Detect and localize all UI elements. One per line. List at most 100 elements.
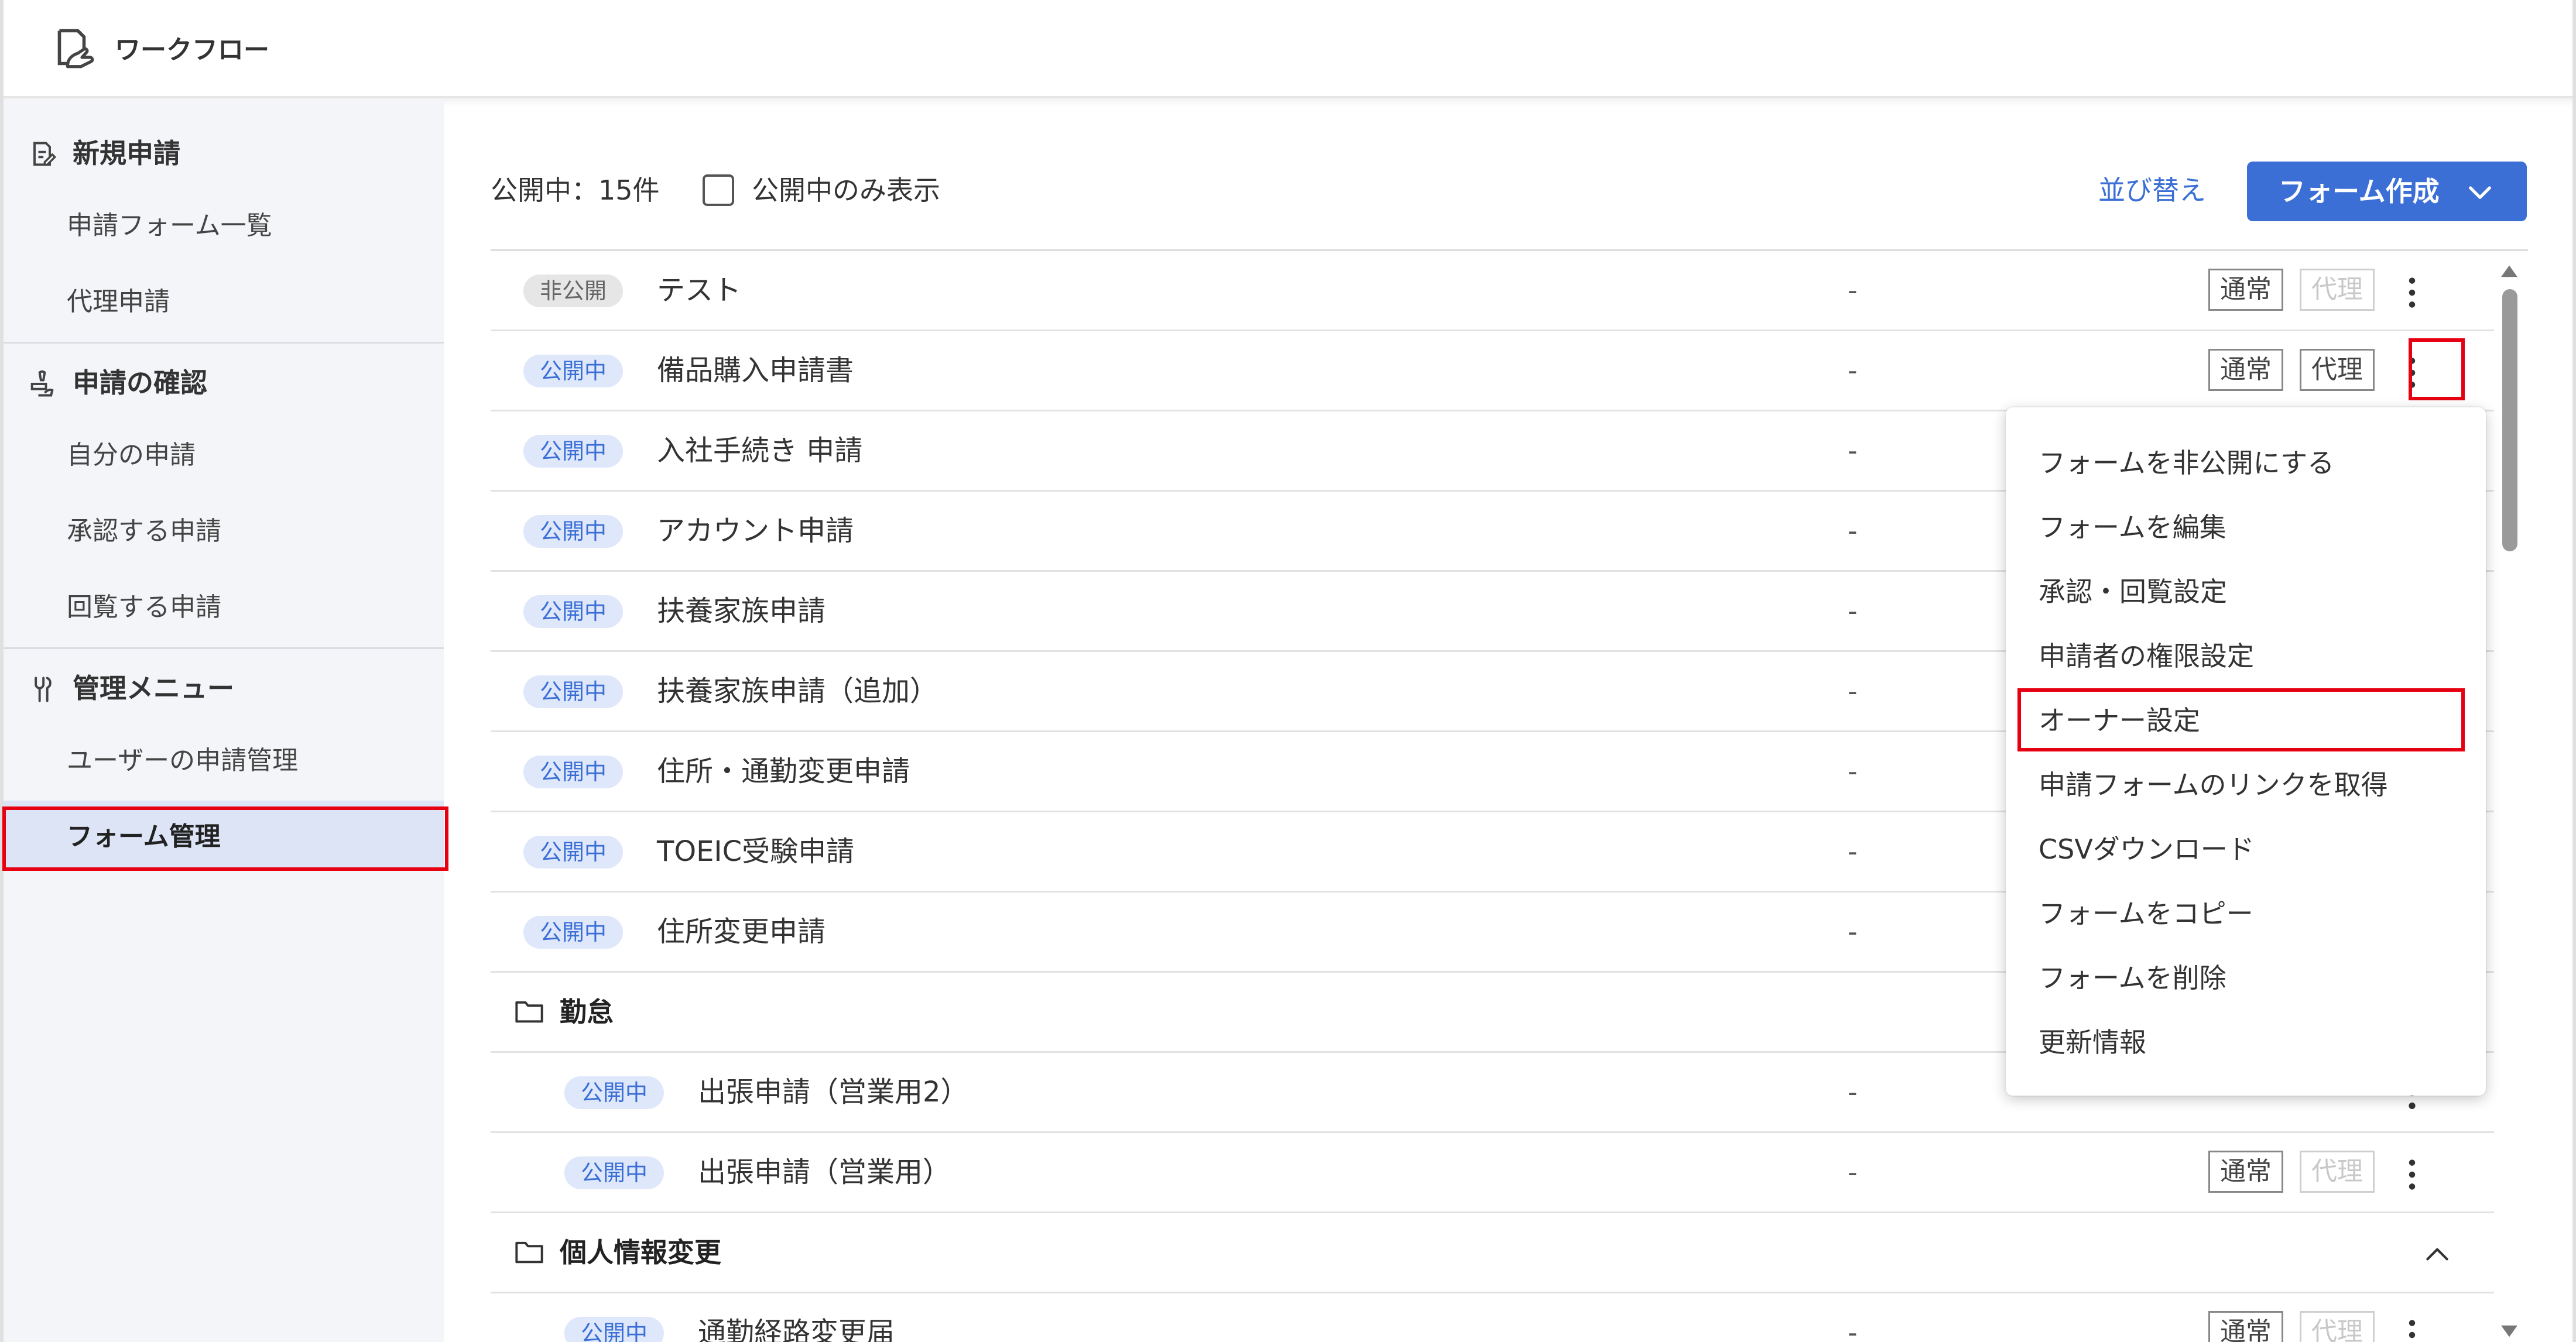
sidebar-item-label: 申請フォーム一覧 xyxy=(67,211,272,241)
status-badge: 公開中 xyxy=(523,675,624,708)
kebab-menu-icon[interactable] xyxy=(2395,272,2430,313)
sidebar-item-circulate-requests[interactable]: 回覧する申請 xyxy=(4,571,444,641)
form-name[interactable]: 通勤経路変更届 xyxy=(698,1313,895,1342)
scroll-up-arrow-icon[interactable] xyxy=(2499,262,2520,279)
row-value: - xyxy=(1848,355,1858,386)
folder-icon xyxy=(515,1001,543,1023)
proxy-tag: 代理 xyxy=(2300,1151,2375,1193)
menu-item-label: フォームを非公開にする xyxy=(2039,447,2335,479)
row-value: - xyxy=(1848,435,1858,466)
menu-item-label: フォームをコピー xyxy=(2039,898,2253,929)
menu-item-label: フォームを削除 xyxy=(2039,962,2226,994)
sidebar-divider xyxy=(4,342,444,344)
row-value: - xyxy=(1848,756,1858,787)
menu-item-delete[interactable]: フォームを削除 xyxy=(2006,946,2486,1010)
status-badge: 公開中 xyxy=(564,1317,664,1342)
proxy-tag: 代理 xyxy=(2300,269,2375,311)
status-badge: 公開中 xyxy=(523,756,624,788)
window-right-edge xyxy=(2572,0,2576,1342)
form-name[interactable]: 扶養家族申請 xyxy=(657,592,825,630)
sidebar: 新規申請 申請フォーム一覧 代理申請 申請の確認 自分の申請 承認する申請 回覧… xyxy=(4,101,444,1342)
create-form-button[interactable]: フォーム作成 xyxy=(2247,162,2527,221)
public-count-label: 公開中：15件 xyxy=(491,174,660,206)
sidebar-section-check: 申請の確認 xyxy=(4,345,444,416)
form-name[interactable]: 出張申請（営業用2） xyxy=(698,1073,969,1111)
status-badge: 非公開 xyxy=(523,274,624,307)
sidebar-divider xyxy=(4,647,444,649)
kebab-menu-icon[interactable] xyxy=(2395,1314,2430,1342)
sidebar-item-label: 代理申請 xyxy=(67,287,170,317)
row-value: - xyxy=(1848,836,1858,867)
form-name[interactable]: 出張申請（営業用） xyxy=(698,1153,951,1192)
folder-name: 個人情報変更 xyxy=(560,1237,721,1268)
form-name[interactable]: 備品購入申請書 xyxy=(657,351,854,390)
tools-icon xyxy=(35,677,52,702)
form-name[interactable]: テスト xyxy=(657,271,741,310)
table-row[interactable]: 公開中 通勤経路変更届 - 通常 代理 xyxy=(491,1293,2494,1342)
row-value: - xyxy=(1848,1156,1858,1188)
row-value: - xyxy=(1848,274,1858,306)
sidebar-item-form-list[interactable]: 申請フォーム一覧 xyxy=(4,190,444,260)
sidebar-section-label: 管理メニュー xyxy=(73,672,234,704)
sidebar-item-my-requests[interactable]: 自分の申請 xyxy=(4,419,444,489)
menu-item-copy[interactable]: フォームをコピー xyxy=(2006,881,2486,946)
scroll-down-arrow-icon[interactable] xyxy=(2499,1324,2520,1340)
menu-item-label: 更新情報 xyxy=(2039,1027,2146,1058)
sidebar-section-new-request: 新規申請 xyxy=(4,116,444,186)
menu-item-approval-settings[interactable]: 承認・回覧設定 xyxy=(2006,560,2486,624)
menu-item-label: CSVダウンロード xyxy=(2039,833,2255,865)
sidebar-item-label: 回覧する申請 xyxy=(67,592,221,622)
status-badge: 公開中 xyxy=(523,435,624,468)
highlight-box-owner-settings xyxy=(2017,688,2465,751)
form-name[interactable]: 住所変更申請 xyxy=(657,912,825,951)
sidebar-item-user-request-management[interactable]: ユーザーの申請管理 xyxy=(4,725,444,795)
menu-item-update-info[interactable]: 更新情報 xyxy=(2006,1010,2486,1075)
sidebar-item-label: ユーザーの申請管理 xyxy=(67,746,299,775)
menu-item-get-link[interactable]: 申請フォームのリンクを取得 xyxy=(2006,753,2486,817)
workflow-hand-icon xyxy=(57,29,94,68)
menu-item-label: フォームを編集 xyxy=(2039,512,2226,543)
sidebar-item-label: 自分の申請 xyxy=(67,440,196,470)
form-name[interactable]: 扶養家族申請（追加） xyxy=(657,672,938,711)
row-value: - xyxy=(1848,916,1858,948)
sidebar-item-label: 承認する申請 xyxy=(67,516,221,546)
kebab-menu-icon[interactable] xyxy=(2395,1154,2430,1195)
sidebar-item-proxy-request[interactable]: 代理申請 xyxy=(4,266,444,336)
form-name[interactable]: 住所・通勤変更申請 xyxy=(657,752,910,791)
sort-link[interactable]: 並び替え xyxy=(2098,171,2206,210)
normal-tag: 通常 xyxy=(2208,349,2283,391)
folder-icon xyxy=(515,1241,543,1264)
chevron-up-icon[interactable] xyxy=(2423,1240,2452,1266)
edit-note-icon xyxy=(33,142,57,166)
sidebar-section-admin: 管理メニュー xyxy=(4,651,444,721)
row-value: - xyxy=(1848,595,1858,627)
table-row[interactable]: 公開中 出張申請（営業用） - 通常 代理 xyxy=(491,1133,2494,1213)
status-badge: 公開中 xyxy=(564,1076,664,1109)
public-only-checkbox[interactable] xyxy=(703,174,734,206)
row-value: - xyxy=(1848,1076,1858,1108)
table-row[interactable]: 非公開 テスト - 通常 代理 xyxy=(491,251,2494,331)
menu-item-csv-download[interactable]: CSVダウンロード xyxy=(2006,817,2486,881)
form-name[interactable]: アカウント申請 xyxy=(657,512,854,550)
row-value: - xyxy=(1848,515,1858,547)
scrollbar-thumb[interactable] xyxy=(2502,289,2517,551)
form-name[interactable]: 入社手続き 申請 xyxy=(657,431,862,470)
menu-item-unpublish[interactable]: フォームを非公開にする xyxy=(2006,431,2486,495)
app-header: ワークフロー xyxy=(0,0,2576,98)
chevron-down-icon xyxy=(2469,186,2491,199)
row-value: - xyxy=(1848,675,1858,707)
public-only-label[interactable]: 公開中のみ表示 xyxy=(752,171,940,210)
proxy-tag: 代理 xyxy=(2300,1311,2375,1342)
menu-item-applicant-permissions[interactable]: 申請者の権限設定 xyxy=(2006,624,2486,688)
form-name[interactable]: TOEIC受験申請 xyxy=(657,832,854,871)
sidebar-item-approve-requests[interactable]: 承認する申請 xyxy=(4,495,444,565)
status-badge: 公開中 xyxy=(523,355,624,387)
table-row[interactable]: 公開中 備品購入申請書 - 通常 代理 xyxy=(491,331,2494,411)
folder-row[interactable]: 個人情報変更 xyxy=(491,1213,2494,1293)
normal-tag: 通常 xyxy=(2208,269,2283,311)
normal-tag: 通常 xyxy=(2208,1311,2283,1342)
highlight-box-kebab xyxy=(2409,338,2465,400)
sidebar-section-label: 新規申請 xyxy=(73,138,180,169)
menu-item-label: 申請者の権限設定 xyxy=(2039,640,2254,672)
menu-item-edit[interactable]: フォームを編集 xyxy=(2006,495,2486,560)
